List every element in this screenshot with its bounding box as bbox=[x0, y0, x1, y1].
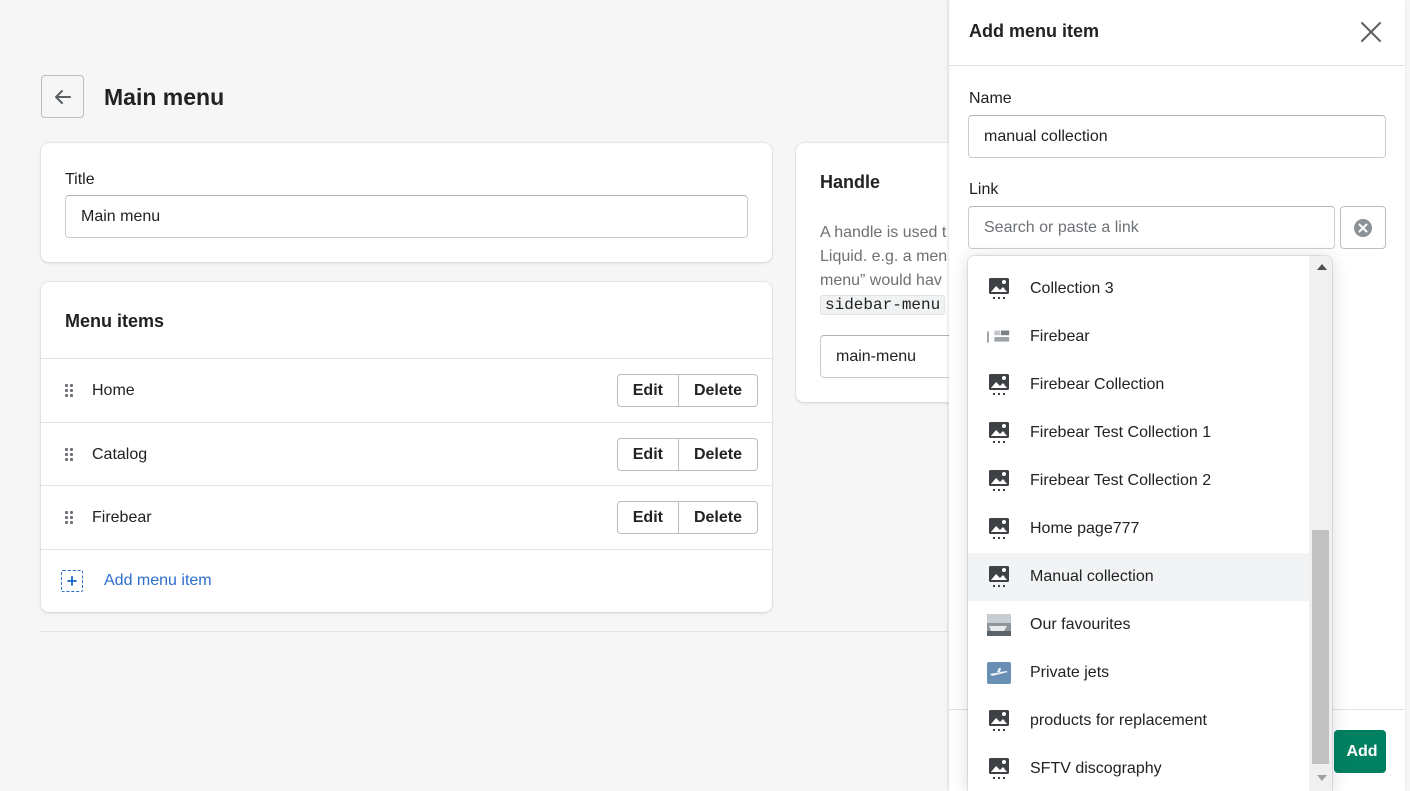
delete-button[interactable]: Delete bbox=[678, 438, 758, 471]
dropdown-option[interactable]: Firebear Test Collection 1 bbox=[968, 409, 1309, 457]
title-label: Title bbox=[65, 171, 95, 188]
delete-button[interactable]: Delete bbox=[678, 374, 758, 407]
title-card: Title bbox=[41, 143, 772, 262]
menu-item-label: Firebear bbox=[92, 508, 152, 526]
link-suggestions-dropdown: Collection 3 Firebear Firebear Collectio… bbox=[968, 256, 1332, 791]
option-label: Firebear Collection bbox=[1030, 376, 1165, 393]
option-label: Firebear bbox=[1030, 328, 1090, 345]
image-placeholder-icon bbox=[987, 757, 1011, 781]
menu-item-actions: Edit Delete bbox=[616, 501, 758, 534]
image-placeholder-icon bbox=[987, 469, 1011, 493]
dropdown-option[interactable]: Our favourites bbox=[968, 601, 1309, 649]
option-label: Home page777 bbox=[1030, 520, 1140, 537]
back-button[interactable] bbox=[41, 75, 84, 118]
option-label: SFTV discography bbox=[1030, 760, 1162, 777]
add-icon: + bbox=[61, 570, 83, 592]
dropdown-option[interactable]: Private jets bbox=[968, 649, 1309, 697]
panel-title: Add menu item bbox=[969, 21, 1100, 41]
drag-handle-icon[interactable] bbox=[65, 384, 75, 397]
image-placeholder-icon bbox=[987, 565, 1011, 589]
panel-header: Add menu item bbox=[949, 0, 1405, 66]
image-placeholder-icon bbox=[987, 709, 1011, 733]
handle-code-sample: sidebar-menu bbox=[820, 295, 946, 315]
dropdown-option[interactable]: products for replacement bbox=[968, 697, 1309, 745]
dropdown-option[interactable]: Firebear Test Collection 2 bbox=[968, 457, 1309, 505]
title-input[interactable] bbox=[65, 195, 748, 238]
dropdown-option-selected[interactable]: Manual collection bbox=[968, 553, 1309, 601]
jet-photo-thumbnail bbox=[987, 661, 1011, 685]
edit-button[interactable]: Edit bbox=[616, 374, 679, 407]
add-button[interactable]: Add bbox=[1334, 730, 1386, 773]
menu-item-row-home: Home Edit Delete bbox=[41, 358, 772, 422]
add-menu-item-row[interactable]: + Add menu item bbox=[41, 549, 772, 612]
menu-items-heading: Menu items bbox=[65, 311, 165, 331]
menu-item-row-catalog: Catalog Edit Delete bbox=[41, 422, 772, 486]
menu-item-actions: Edit Delete bbox=[616, 438, 758, 471]
option-label: Firebear Test Collection 2 bbox=[1030, 472, 1212, 489]
delete-button[interactable]: Delete bbox=[678, 501, 758, 534]
scrollbar-thumb[interactable] bbox=[1312, 530, 1329, 764]
handle-heading: Handle bbox=[820, 172, 881, 192]
drag-handle-icon[interactable] bbox=[65, 448, 75, 461]
close-icon bbox=[1361, 22, 1381, 42]
option-label: products for replacement bbox=[1030, 712, 1207, 729]
arrow-left-icon bbox=[54, 89, 71, 104]
photo-thumbnail bbox=[987, 613, 1011, 637]
add-menu-item-link[interactable]: Add menu item bbox=[104, 572, 212, 590]
close-button[interactable] bbox=[1359, 20, 1383, 44]
image-placeholder-icon bbox=[987, 277, 1011, 301]
page-divider bbox=[41, 631, 949, 632]
edit-button[interactable]: Edit bbox=[616, 438, 679, 471]
link-search-input[interactable] bbox=[968, 206, 1335, 249]
menu-item-actions: Edit Delete bbox=[616, 374, 758, 407]
menu-item-label: Home bbox=[92, 381, 135, 399]
clear-link-button[interactable] bbox=[1340, 206, 1386, 249]
menu-items-card: Menu items Home Edit Delete Catalog Edit… bbox=[41, 282, 772, 612]
dropdown-scrollbar[interactable] bbox=[1309, 256, 1332, 791]
scroll-up-arrow-icon[interactable] bbox=[1317, 264, 1327, 270]
firebear-logo-thumbnail bbox=[987, 325, 1011, 349]
option-label: Manual collection bbox=[1030, 568, 1154, 585]
name-label: Name bbox=[969, 90, 1012, 107]
option-label: Collection 3 bbox=[1030, 280, 1114, 297]
image-placeholder-icon bbox=[987, 421, 1011, 445]
page-title: Main menu bbox=[104, 84, 225, 110]
option-label: Our favourites bbox=[1030, 616, 1131, 633]
drag-handle-icon[interactable] bbox=[65, 511, 75, 524]
dropdown-option[interactable]: Firebear bbox=[968, 313, 1309, 361]
image-placeholder-icon bbox=[987, 373, 1011, 397]
option-label: Private jets bbox=[1030, 664, 1110, 681]
option-label: Firebear Test Collection 1 bbox=[1030, 424, 1212, 441]
edit-button[interactable]: Edit bbox=[616, 501, 679, 534]
dropdown-option[interactable]: Firebear Collection bbox=[968, 361, 1309, 409]
name-input[interactable] bbox=[968, 115, 1386, 158]
dropdown-option[interactable]: Home page777 bbox=[968, 505, 1309, 553]
menu-item-label: Catalog bbox=[92, 445, 148, 463]
clear-circle-icon bbox=[1354, 218, 1372, 237]
dropdown-option[interactable]: SFTV discography bbox=[968, 745, 1309, 791]
scroll-down-arrow-icon[interactable] bbox=[1317, 775, 1327, 781]
link-label: Link bbox=[969, 181, 999, 198]
image-placeholder-icon bbox=[987, 517, 1011, 541]
dropdown-option[interactable]: Collection 3 bbox=[968, 265, 1309, 313]
menu-item-row-firebear: Firebear Edit Delete bbox=[41, 485, 772, 549]
